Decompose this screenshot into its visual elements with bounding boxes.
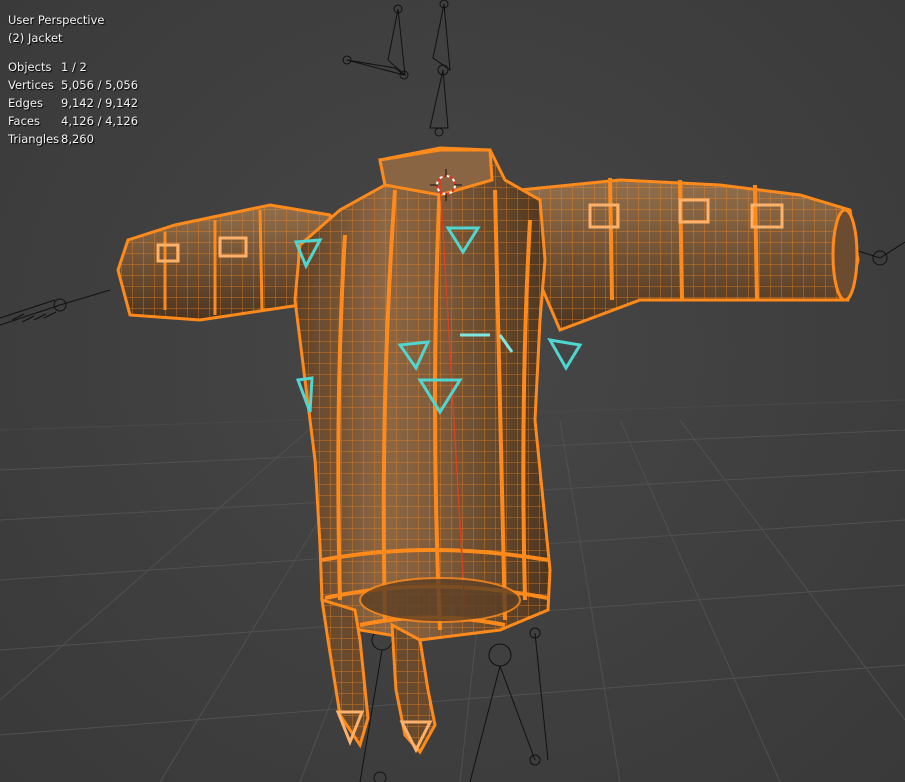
jacket-torso-mesh xyxy=(293,146,552,642)
stat-value: 9,142 / 9,142 xyxy=(61,96,139,110)
viewport-info-overlay: User Perspective (2) Jacket Objects 1 / … xyxy=(8,11,138,148)
stat-label: Faces xyxy=(8,114,40,128)
3d-viewport[interactable]: User Perspective (2) Jacket Objects 1 / … xyxy=(0,0,905,782)
stat-value: 8,260 xyxy=(61,132,94,146)
view-name: User Perspective xyxy=(8,13,105,27)
stat-value: 4,126 / 4,126 xyxy=(61,114,139,128)
stat-label: Objects xyxy=(8,60,52,74)
stat-label: Triangles xyxy=(8,132,60,146)
stat-edges: Edges 9,142 / 9,142 xyxy=(8,94,138,112)
right-sleeve-mesh xyxy=(518,177,860,332)
stat-objects: Objects 1 / 2 xyxy=(8,58,138,76)
stat-triangles: Triangles 8,260 xyxy=(8,130,138,148)
stat-label: Vertices xyxy=(8,78,54,92)
stat-vertices: Vertices 5,056 / 5,056 xyxy=(8,76,138,94)
stat-value: 1 / 2 xyxy=(61,60,87,74)
stat-label: Edges xyxy=(8,96,43,110)
active-object-name: (2) Jacket xyxy=(8,31,63,45)
stat-value: 5,056 / 5,056 xyxy=(61,78,139,92)
stat-faces: Faces 4,126 / 4,126 xyxy=(8,112,138,130)
